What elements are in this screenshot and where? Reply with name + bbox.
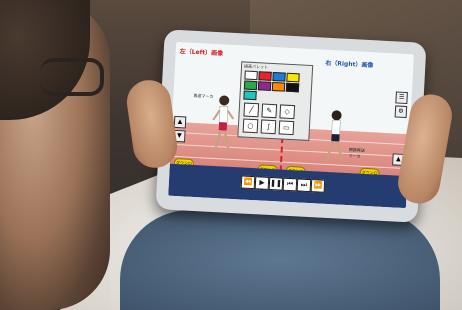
pencil-icon[interactable]: ✎ — [261, 103, 278, 119]
left-runner-figure — [212, 95, 235, 153]
palette-title: 描画パレット — [243, 63, 269, 70]
palette-swatch-4[interactable] — [286, 72, 300, 83]
draw-line-icon[interactable]: ╱ — [243, 102, 260, 118]
palette-swatch-8[interactable] — [285, 82, 300, 93]
play-button[interactable]: ▶ — [254, 176, 270, 190]
palette-swatch-2[interactable] — [258, 71, 272, 81]
palette-swatch-9[interactable] — [243, 90, 257, 101]
rectangle-icon[interactable]: ▭ — [278, 120, 295, 136]
left-image-title: 左（Left）画像 — [179, 48, 224, 58]
right-marker-label: 関節再送 マーカ — [348, 147, 365, 159]
left-side-tool-icon[interactable]: ▲ — [173, 115, 187, 129]
prev-frame-button[interactable]: ⏮ — [282, 177, 298, 192]
palette-swatch-5[interactable] — [243, 80, 258, 91]
right-runner-figure — [324, 110, 344, 163]
tablet-device: 左（Left）画像 右（Right）画像 再送マーカ 関節再送 マーカ 描画パレ… — [155, 29, 427, 223]
right-side-tool-2-icon[interactable]: ⚙ — [394, 105, 408, 119]
fast-forward-button[interactable]: ⏩ — [310, 179, 326, 193]
drawing-palette[interactable]: 描画パレット ╱ ✎ ◇ ○ ∫ ▭ — [237, 61, 314, 141]
photo-scene: 左（Left）画像 右（Right）画像 再送マーカ 関節再送 マーカ 描画パレ… — [0, 0, 462, 310]
palette-swatch-7[interactable] — [271, 81, 286, 92]
circle-icon[interactable]: ○ — [242, 118, 259, 134]
glasses — [40, 58, 104, 96]
palette-swatch-1[interactable] — [244, 70, 258, 81]
jeans-lap — [120, 210, 440, 310]
tablet-screen: 左（Left）画像 右（Right）画像 再送マーカ 関節再送 マーカ 描画パレ… — [168, 41, 414, 209]
next-frame-button[interactable]: ⏭ — [296, 178, 312, 193]
palette-swatch-6[interactable] — [257, 81, 272, 91]
left-marker-label: 再送マーカ — [193, 92, 214, 99]
right-image-title: 右（Right）画像 — [325, 59, 374, 70]
palette-swatch-3[interactable] — [272, 71, 286, 82]
rewind-button[interactable]: ⏪ — [240, 175, 256, 190]
curve-icon[interactable]: ∫ — [260, 119, 277, 135]
pause-button[interactable]: ❚❚ — [268, 176, 284, 191]
eraser-icon[interactable]: ◇ — [279, 104, 296, 120]
right-side-tool-icon[interactable]: ☰ — [395, 91, 408, 105]
